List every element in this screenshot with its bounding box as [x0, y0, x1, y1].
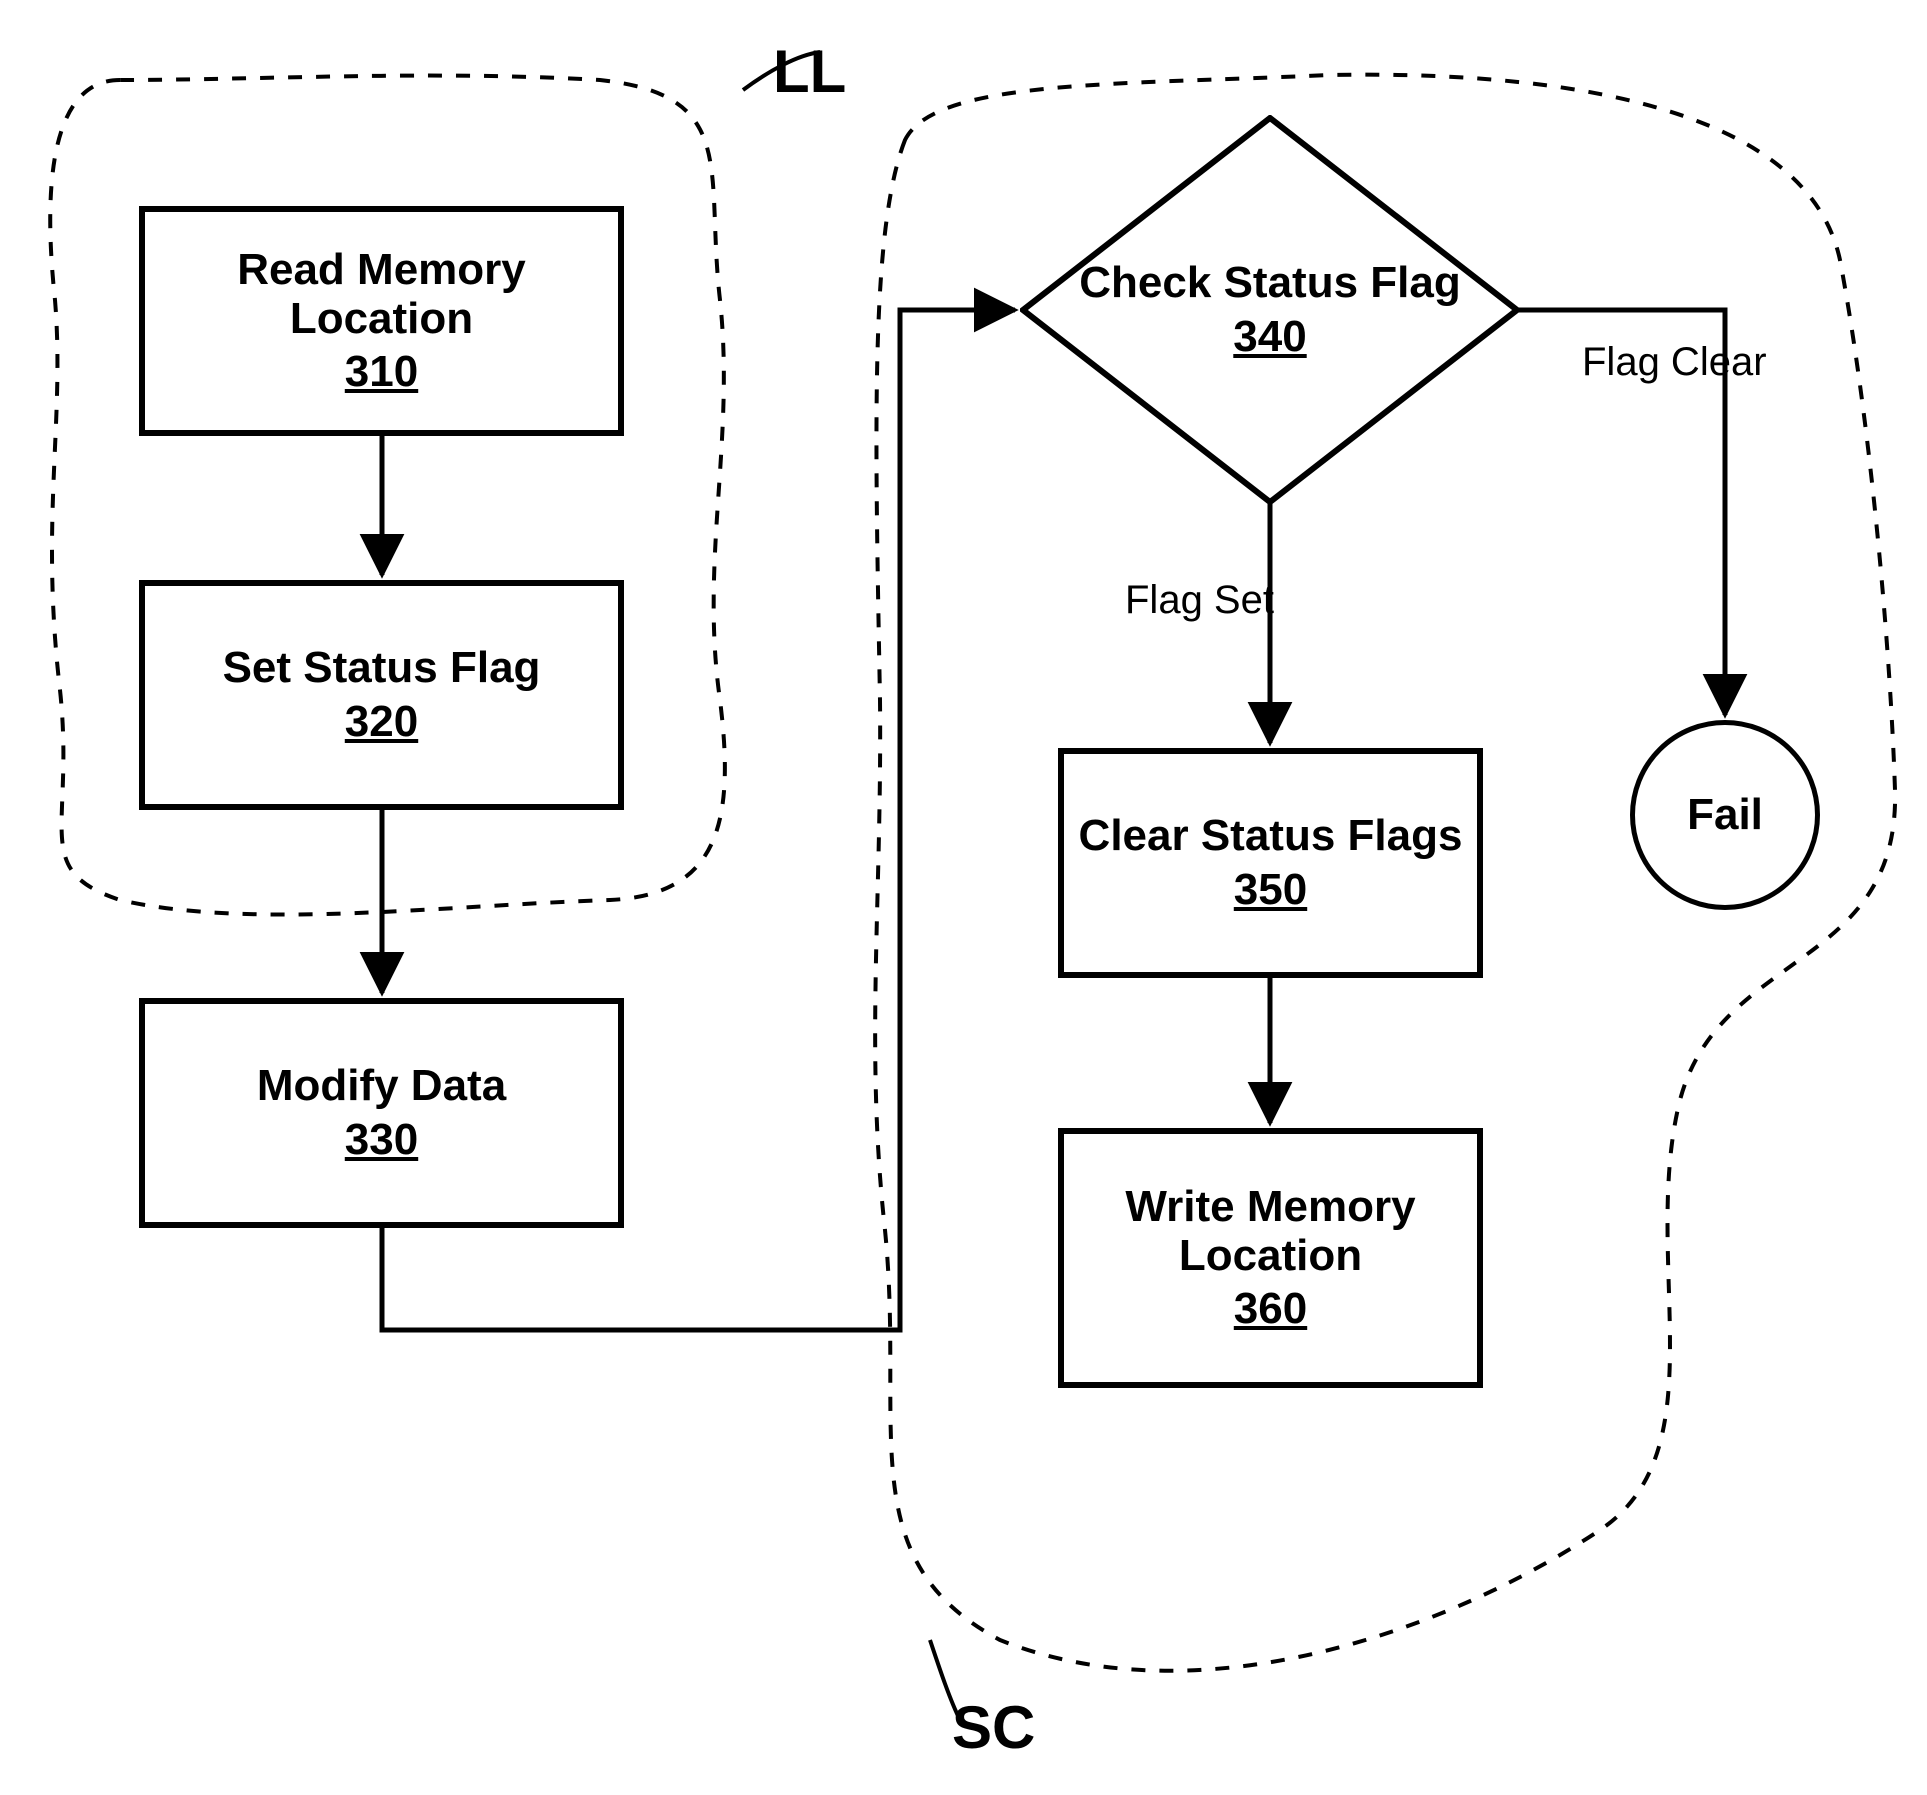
node-title: Set Status Flag — [223, 643, 541, 692]
node-modify-data: Modify Data 330 — [139, 998, 624, 1228]
node-title: Modify Data — [257, 1061, 506, 1110]
node-ref: 340 — [1079, 312, 1460, 362]
node-title: Clear Status Flags — [1079, 811, 1463, 860]
node-write-memory-location: Write Memory Location 360 — [1058, 1128, 1483, 1388]
region-label-ll: LL — [773, 37, 846, 106]
node-title: Read Memory Location — [157, 245, 606, 344]
node-clear-status-flags: Clear Status Flags 350 — [1058, 748, 1483, 978]
node-ref: 350 — [1234, 865, 1307, 915]
node-title: Write Memory Location — [1076, 1182, 1465, 1281]
node-ref: 360 — [1234, 1284, 1307, 1334]
flowchart-canvas: LL SC Read Memory Location 310 Set Statu… — [0, 0, 1927, 1795]
node-ref: 330 — [345, 1115, 418, 1165]
edge-label-flag-set: Flag Set — [1125, 578, 1274, 623]
node-ref: 320 — [345, 697, 418, 747]
node-ref: 310 — [345, 347, 418, 397]
node-title: Check Status Flag — [1079, 258, 1460, 307]
node-set-status-flag: Set Status Flag 320 — [139, 580, 624, 810]
region-label-sc: SC — [952, 1693, 1035, 1762]
edge-label-flag-clear: Flag Clear — [1582, 340, 1767, 385]
node-title: Fail — [1687, 790, 1763, 840]
node-read-memory-location: Read Memory Location 310 — [139, 206, 624, 436]
node-fail: Fail — [1630, 720, 1820, 910]
node-check-status-flag: Check Status Flag 340 — [1020, 115, 1520, 505]
